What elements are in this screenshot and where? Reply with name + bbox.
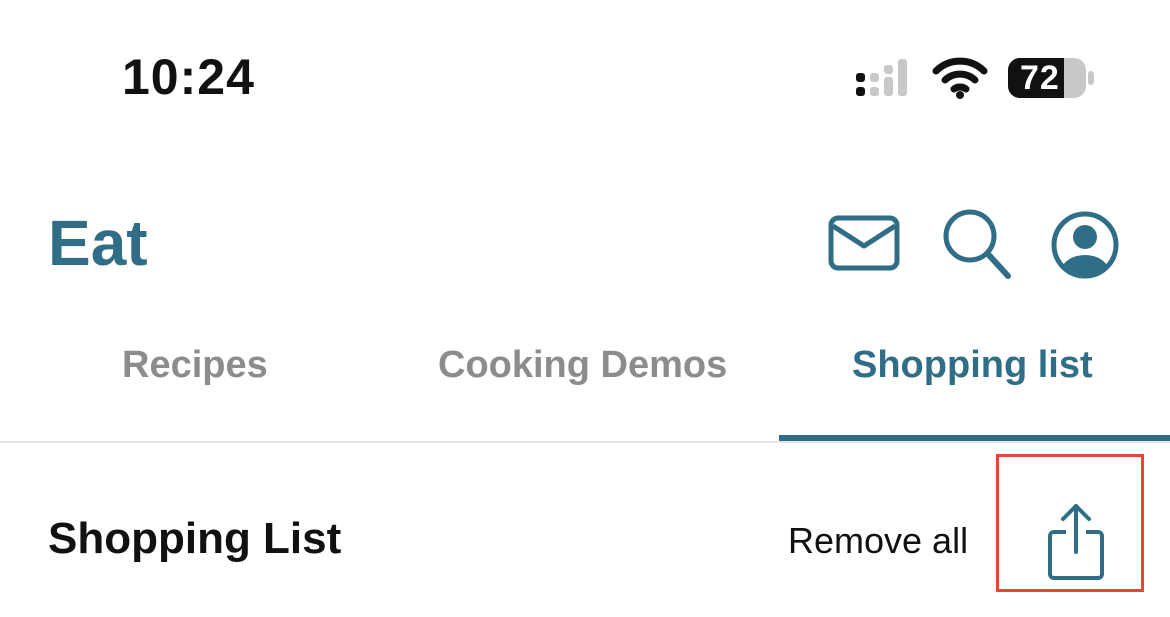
battery-icon: 72 [1006,56,1096,100]
tab-cooking-demos[interactable]: Cooking Demos [438,344,727,387]
active-tab-indicator [779,435,1170,441]
page-title: Eat [48,207,148,279]
signal-icon [856,59,907,96]
remove-all-button[interactable]: Remove all [788,520,968,562]
profile-icon[interactable] [1050,210,1120,280]
tabs-divider [0,441,1170,443]
tab-recipes[interactable]: Recipes [122,344,268,387]
status-time: 10:24 [122,49,255,105]
mail-icon[interactable] [828,212,902,274]
wifi-icon [932,57,988,99]
search-icon[interactable] [942,208,1014,282]
section-title: Shopping List [48,514,342,563]
tab-shopping-list[interactable]: Shopping list [852,344,1093,387]
battery-level: 72 [1020,59,1060,97]
share-icon[interactable] [1046,502,1106,580]
